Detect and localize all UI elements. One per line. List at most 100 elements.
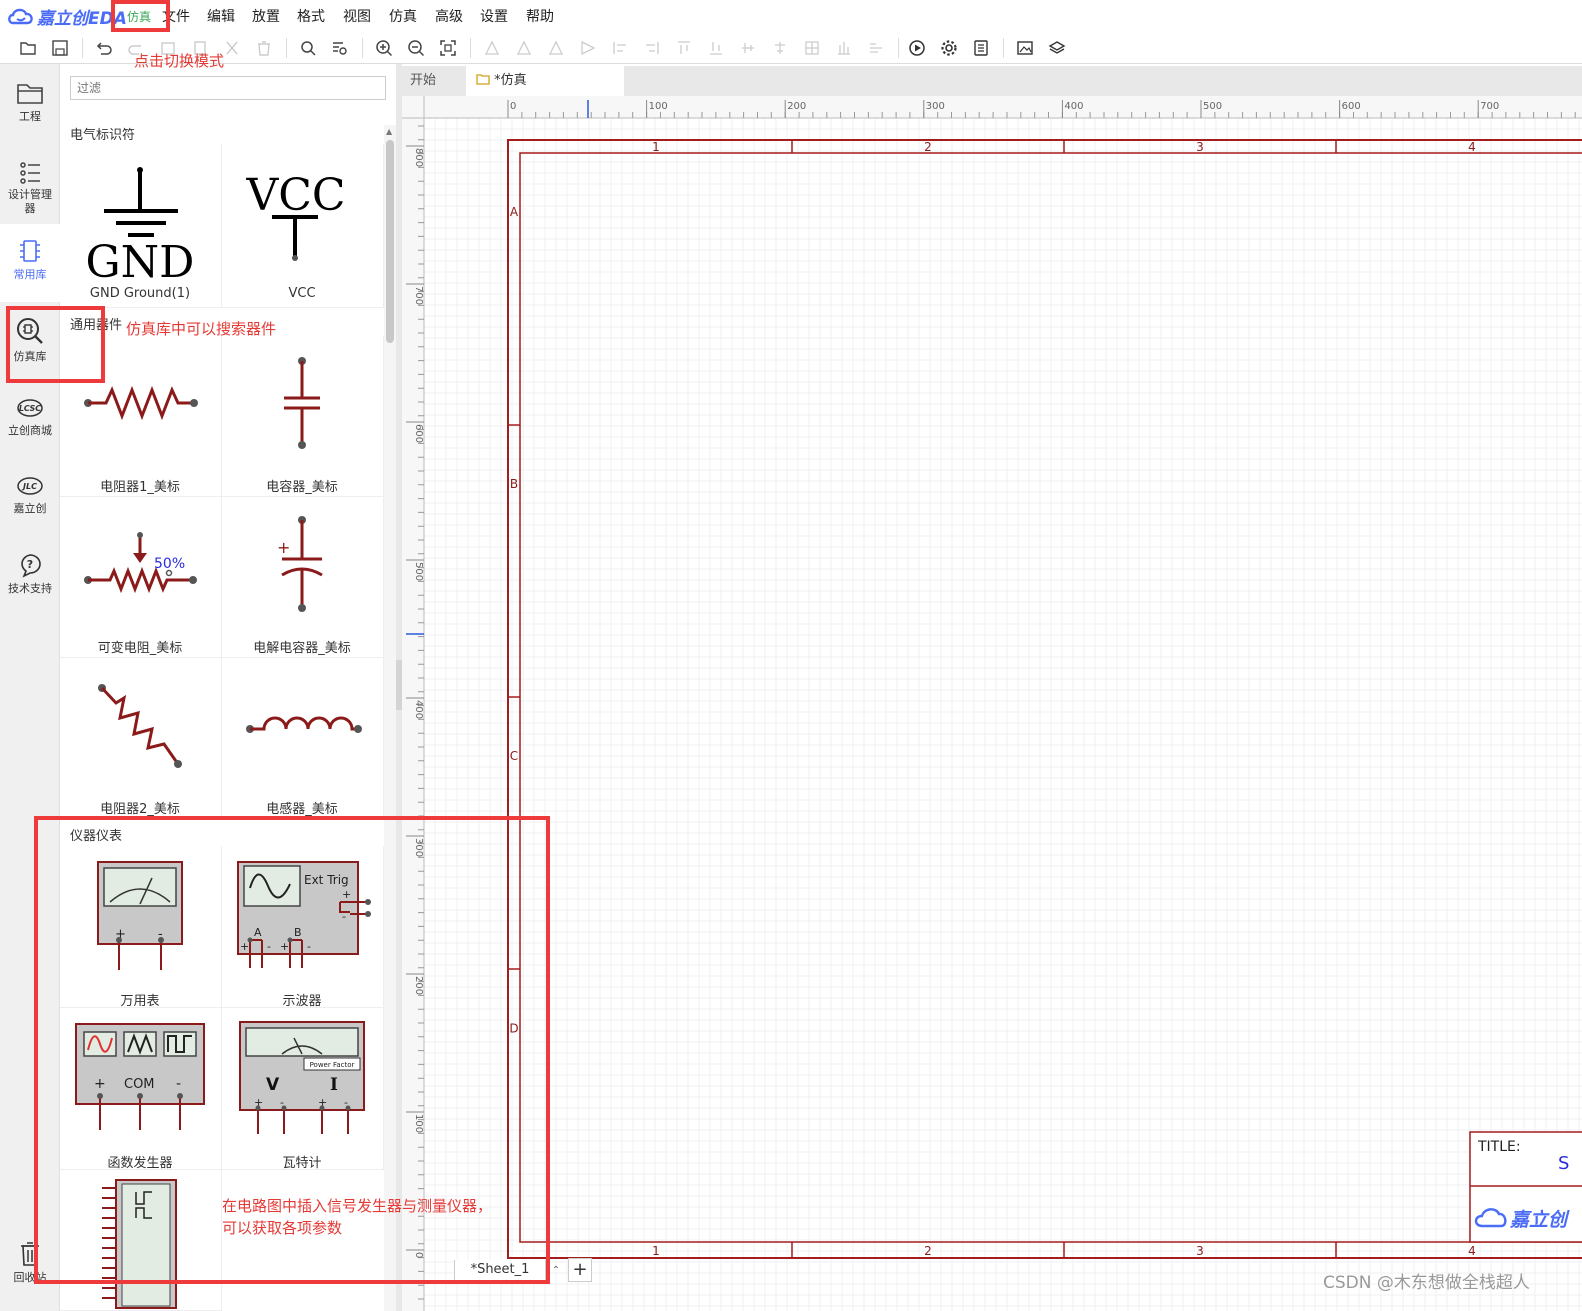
ruler-top-label: 500: [1203, 101, 1222, 112]
lib-item-inductor[interactable]: 电感器_美标: [222, 658, 384, 818]
menu-help[interactable]: 帮助: [526, 6, 554, 26]
lib-item-label: GND Ground(1): [89, 286, 191, 301]
ruler-top-label: 100: [649, 101, 668, 112]
jlc-logo-icon: [8, 8, 33, 25]
filter-input[interactable]: [70, 76, 386, 100]
title-block-value: S: [1558, 1153, 1569, 1174]
align-middle-icon: [641, 37, 663, 59]
sim-settings-icon[interactable]: [938, 37, 960, 59]
section-electrical: 电气标识符: [70, 128, 136, 143]
layers-icon[interactable]: [1046, 37, 1068, 59]
schematic-canvas[interactable]: 0 100 200 300 400 500 600 700 800 700 600 500 400 300…: [402, 96, 1582, 1311]
sheet-outer-border: [507, 139, 1582, 1259]
library-scroll-thumb[interactable]: [386, 140, 394, 343]
nav-label: 技术支持: [8, 582, 52, 595]
frame-row-label: B: [510, 477, 518, 491]
tab-label: 开始: [410, 73, 437, 88]
frame-col-label-bottom: 1: [652, 1244, 660, 1258]
frame-col-label-bottom: 4: [1468, 1244, 1476, 1258]
find-replace-icon[interactable]: [329, 37, 351, 59]
menu-simulate[interactable]: 仿真: [389, 6, 417, 26]
frame-col-label-bottom: 3: [1196, 1244, 1204, 1258]
tab-sim[interactable]: *仿真: [466, 66, 624, 96]
menu-bar: 嘉立创EDA 仿真 文件 编辑 放置 格式 视图 仿真 高级 设置 帮助: [0, 0, 1582, 32]
zoom-out-icon[interactable]: [405, 37, 427, 59]
lib-item-resistor2[interactable]: 电阻器2_美标: [60, 658, 222, 818]
svg-text:LCSC: LCSC: [19, 404, 41, 413]
align-grid-icon: [737, 37, 759, 59]
fit-view-icon[interactable]: [437, 37, 459, 59]
nav-lcsc[interactable]: LCSC 立创商城: [0, 396, 60, 438]
nav-label: 常用库: [13, 268, 47, 281]
title-block-brand: 嘉立创: [1509, 1209, 1570, 1231]
tab-start[interactable]: 开始: [402, 66, 466, 96]
schematic-svg: 0 100 200 300 400 500 600 700800700600500400300…: [402, 96, 1582, 1311]
nav-jlc[interactable]: JLC 嘉立创: [0, 474, 60, 516]
lib-item-label: 可变电阻_美标: [97, 641, 183, 656]
svg-text:JLC: JLC: [21, 482, 37, 491]
tab-label: *仿真: [494, 73, 527, 88]
jlc-icon: JLC: [17, 477, 43, 495]
gnd-symbol-text: GND: [86, 237, 195, 284]
menu-settings[interactable]: 设置: [480, 6, 508, 26]
nav-support[interactable]: ? 技术支持: [0, 552, 60, 596]
frame-row-label: A: [510, 205, 519, 219]
lib-item-label: 电容器_美标: [266, 480, 338, 495]
align-top-icon: [545, 37, 567, 59]
varres-percent: 50%: [154, 556, 185, 572]
app-window: 嘉立创EDA 仿真 文件 编辑 放置 格式 视图 仿真 高级 设置 帮助 工程: [0, 0, 1582, 1311]
lib-item-label: 电感器_美标: [266, 802, 338, 817]
ruler-top-label: 600: [1342, 101, 1361, 112]
lib-item-label: 电阻器1_美标: [100, 480, 180, 495]
zoom-in-icon[interactable]: [373, 37, 395, 59]
ruler-left-label: 800: [413, 148, 424, 167]
align-vcenter-icon: [769, 37, 791, 59]
nav-label: 立创商城: [8, 424, 52, 437]
add-sheet-button[interactable]: +: [568, 1258, 592, 1282]
plus-sign: +: [277, 538, 290, 557]
lib-item-varres[interactable]: 50% 可变电阻_美标: [60, 497, 222, 658]
grid-icon: [801, 37, 823, 59]
menu-view[interactable]: 视图: [343, 6, 371, 26]
run-simulation-icon[interactable]: [906, 37, 928, 59]
ruler-left-label: 500: [413, 562, 424, 581]
menu-place[interactable]: 放置: [252, 6, 280, 26]
menu-advanced[interactable]: 高级: [435, 6, 463, 26]
lib-item-capacitor[interactable]: 电容器_美标: [222, 336, 384, 497]
lcsc-icon: LCSC: [17, 399, 43, 417]
frame-col-label-top: 3: [1196, 140, 1204, 154]
frame-col-label-top: 1: [652, 140, 660, 154]
ruler-left-label: 400: [413, 700, 424, 719]
netlist-icon[interactable]: [970, 37, 992, 59]
ruler-left-label: 700: [413, 286, 424, 305]
nav-common-lib[interactable]: 常用库: [0, 224, 60, 302]
ruler-top-label: 700: [1480, 101, 1499, 112]
tab-bar: 开始 *仿真: [402, 66, 1582, 96]
ruler-top-label: 300: [926, 101, 945, 112]
nav-project[interactable]: 工程: [0, 80, 60, 124]
lib-item-vcc[interactable]: VCC VCC: [222, 144, 384, 308]
frame-col-label-top: 2: [924, 140, 932, 154]
align-right-icon: [513, 37, 535, 59]
open-icon[interactable]: [17, 37, 39, 59]
annotation-switch-mode: 点击切换模式: [134, 52, 225, 70]
menu-format[interactable]: 格式: [297, 6, 325, 26]
scroll-up-icon[interactable]: ▲: [386, 127, 392, 136]
lib-item-label: VCC: [288, 286, 316, 301]
menu-edit[interactable]: 编辑: [207, 6, 235, 26]
folder-icon: [17, 84, 43, 104]
grid-lines: [423, 117, 1582, 1311]
image-export-icon[interactable]: [1014, 37, 1036, 59]
vcc-symbol-text: VCC: [245, 170, 345, 221]
align-left-icon: [481, 37, 503, 59]
save-icon[interactable]: [49, 37, 71, 59]
help-icon: ?: [21, 554, 41, 578]
nav-design-manager[interactable]: 设计管理器: [0, 160, 60, 216]
annotation-instrument-hint-1: 在电路图中插入信号发生器与测量仪器，: [222, 1197, 493, 1215]
lib-item-gnd[interactable]: GND GND Ground(1): [60, 144, 222, 308]
distribute-h-icon: [673, 37, 695, 59]
undo-icon[interactable]: [93, 37, 115, 59]
lib-item-electrolytic[interactable]: + 电解电容器_美标: [222, 497, 384, 658]
title-block-label: TITLE:: [1477, 1139, 1521, 1155]
search-icon[interactable]: [297, 37, 319, 59]
